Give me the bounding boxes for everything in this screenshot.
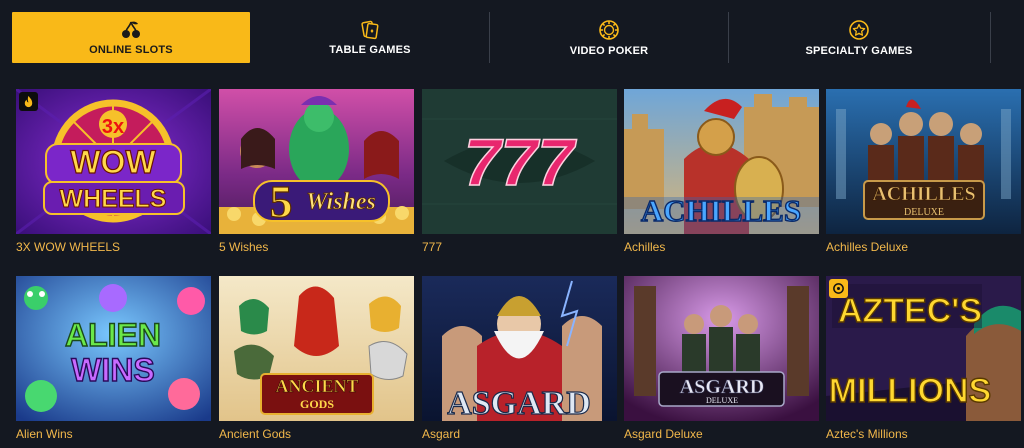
art-text: ASGARD <box>680 376 764 398</box>
game-thumbnail[interactable]: ANCIENT GODS <box>219 276 414 421</box>
art-text: ACHILLES <box>872 183 975 205</box>
art-text: 777 <box>464 125 577 199</box>
flame-icon <box>19 92 38 111</box>
game-thumbnail[interactable]: ASGARD <box>422 276 617 421</box>
game-thumbnail[interactable]: 5 Wishes <box>219 89 414 234</box>
game-title[interactable]: Achilles <box>624 240 665 254</box>
art-text: DELUXE <box>904 207 944 218</box>
category-tabs: ONLINE SLOTS TABLE GAMES VIDEO POKER SPE… <box>0 0 1024 74</box>
game-thumbnail[interactable]: ALIEN WINS <box>16 276 211 421</box>
jackpot-icon <box>829 279 848 298</box>
cherries-icon <box>120 20 142 40</box>
art-text: ACHILLES <box>641 193 801 228</box>
art-text: 5 <box>270 176 293 227</box>
game-title[interactable]: 3X WOW WHEELS <box>16 240 120 254</box>
game-thumbnail[interactable]: ACHILLES DELUXE <box>826 89 1021 234</box>
star-badge-icon <box>848 19 870 41</box>
tab-label: VIDEO POKER <box>569 44 649 57</box>
art-text: ANCIENT <box>275 376 358 396</box>
game-thumbnail[interactable]: ASGARD DELUXE <box>624 276 819 421</box>
art-text: WINS <box>71 352 155 388</box>
art-text: 3x <box>102 116 124 138</box>
game-thumbnail[interactable]: AZTEC'S MILLIONS <box>826 276 1021 421</box>
game-title[interactable]: Asgard Deluxe <box>624 427 703 441</box>
game-title[interactable]: Aztec's Millions <box>826 427 908 441</box>
art-text: ASGARD <box>447 385 591 421</box>
game-title[interactable]: Alien Wins <box>16 427 73 441</box>
game-title[interactable]: Asgard <box>422 427 460 441</box>
tab-divider <box>990 12 991 63</box>
game-thumbnail[interactable]: 3x WOW WHEELS <box>16 89 211 234</box>
tab-online-slots[interactable]: ONLINE SLOTS <box>12 12 250 63</box>
tab-label: ONLINE SLOTS <box>89 43 173 56</box>
art-text: WHEELS <box>60 185 167 213</box>
art-text: DELUXE <box>706 396 738 405</box>
game-title[interactable]: Achilles Deluxe <box>826 240 908 254</box>
game-title[interactable]: 5 Wishes <box>219 240 268 254</box>
art-text: Wishes <box>306 189 376 215</box>
tab-video-poker[interactable]: VIDEO POKER <box>490 12 728 63</box>
art-text: ALIEN <box>65 317 161 353</box>
art-text: GODS <box>300 397 334 411</box>
tab-label: SPECIALTY GAMES <box>805 44 913 57</box>
poker-chip-icon <box>598 19 620 41</box>
tab-specialty-games[interactable]: SPECIALTY GAMES <box>729 12 989 63</box>
art-text: MILLIONS <box>829 372 991 410</box>
game-title[interactable]: 777 <box>422 240 442 254</box>
playing-cards-icon <box>360 20 380 40</box>
game-title[interactable]: Ancient Gods <box>219 427 291 441</box>
tab-table-games[interactable]: TABLE GAMES <box>251 12 489 63</box>
game-thumbnail[interactable]: ACHILLES <box>624 89 819 234</box>
game-thumbnail[interactable]: 777 <box>422 89 617 234</box>
tab-label: TABLE GAMES <box>329 43 411 56</box>
art-text: AZTEC'S <box>838 292 982 330</box>
art-text: WOW <box>70 144 156 180</box>
